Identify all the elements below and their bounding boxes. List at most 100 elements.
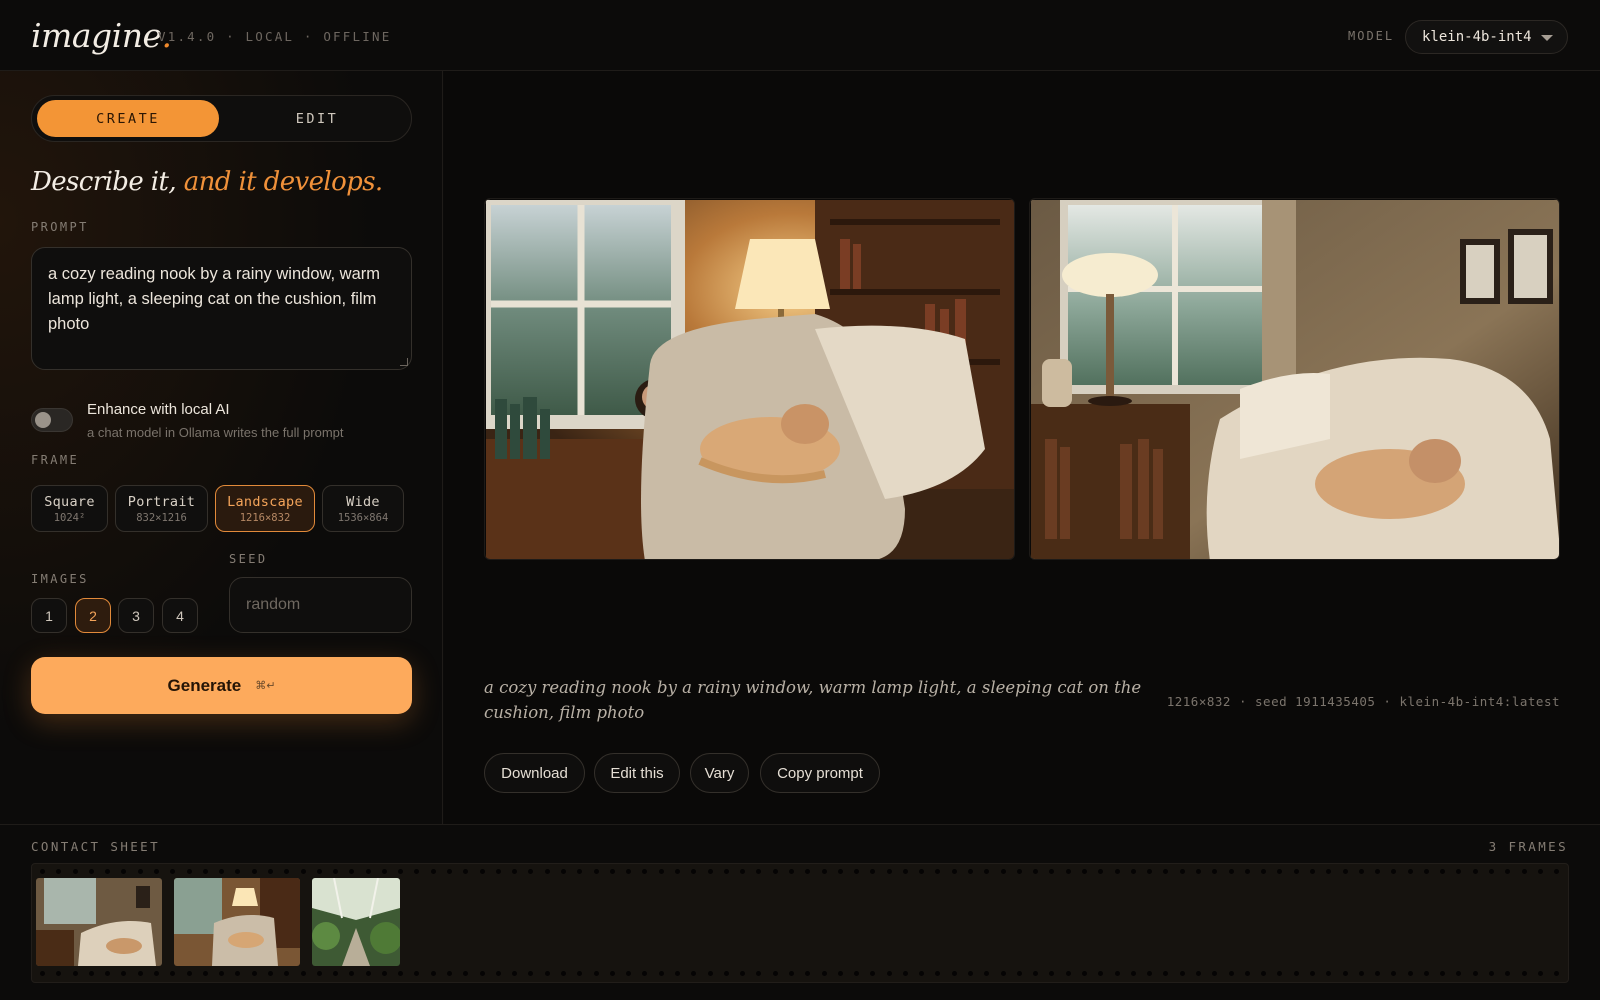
film-perforation — [1195, 869, 1201, 874]
film-perforation — [1326, 971, 1332, 976]
film-perforation — [1179, 971, 1185, 976]
film-perforation — [1244, 971, 1250, 976]
film-perforation — [267, 869, 273, 874]
model-select[interactable]: klein-4b-int4 — [1405, 20, 1568, 54]
film-perforation — [984, 869, 990, 874]
film-perforation — [463, 971, 469, 976]
film-perforation — [1407, 869, 1413, 874]
images-option-4[interactable]: 4 — [162, 598, 198, 633]
thumbnail-1-art — [36, 878, 162, 966]
film-perforation — [88, 971, 94, 976]
film-perforation — [1000, 971, 1006, 976]
film-perforation — [316, 869, 322, 874]
frame-label: FRAME — [31, 453, 80, 467]
film-perforation — [1163, 971, 1169, 976]
film-perforation — [414, 869, 420, 874]
chevron-down-icon — [1541, 35, 1553, 41]
film-perforation — [1309, 869, 1315, 874]
mode-switch: CREATE EDIT — [31, 95, 412, 142]
film-perforation — [1244, 869, 1250, 874]
film-perforation — [1130, 971, 1136, 976]
film-perforation — [1212, 971, 1218, 976]
download-button[interactable]: Download — [484, 753, 585, 793]
film-perforation — [707, 971, 713, 976]
film-perforation — [1212, 869, 1218, 874]
images-option-1[interactable]: 1 — [31, 598, 67, 633]
film-perforation — [219, 869, 225, 874]
frame-option-square[interactable]: Square 1024² — [31, 485, 108, 532]
film-perforation — [479, 971, 485, 976]
film-perforation — [398, 869, 404, 874]
film-perforation — [1375, 869, 1381, 874]
film-perforation — [235, 869, 241, 874]
film-perforation — [902, 971, 908, 976]
film-perforation — [512, 869, 518, 874]
film-perforation — [40, 971, 45, 976]
film-perforation — [1521, 971, 1527, 976]
film-perforation — [691, 869, 697, 874]
film-perforations-bottom — [40, 971, 1560, 977]
version-info: V1.4.0 · LOCAL · OFFLINE — [158, 29, 392, 44]
film-perforation — [463, 869, 469, 874]
resize-handle-icon[interactable] — [400, 358, 408, 366]
generate-button[interactable]: Generate ⌘↵ — [31, 657, 412, 714]
film-perforation — [121, 971, 127, 976]
images-option-2[interactable]: 2 — [75, 598, 111, 633]
film-perforation — [170, 869, 176, 874]
film-perforation — [740, 869, 746, 874]
edit-this-button[interactable]: Edit this — [594, 753, 680, 793]
film-perforation — [674, 869, 680, 874]
film-perforation — [170, 971, 176, 976]
tab-create[interactable]: CREATE — [37, 100, 219, 137]
film-perforation — [1391, 869, 1397, 874]
film-perforation — [235, 971, 241, 976]
film-perforation — [1261, 971, 1267, 976]
result-image-2-art — [1030, 199, 1559, 559]
enhance-toggle[interactable] — [31, 408, 73, 432]
film-perforation — [609, 971, 615, 976]
film-perforation — [1016, 869, 1022, 874]
film-perforation — [561, 971, 566, 976]
film-perforation — [837, 971, 843, 976]
film-perforation — [1342, 869, 1348, 874]
contact-sheet-label: CONTACT SHEET — [31, 839, 161, 854]
generate-label: Generate — [167, 675, 242, 695]
thumbnail-1[interactable] — [36, 878, 162, 966]
vary-button[interactable]: Vary — [690, 753, 749, 793]
frame-option-portrait[interactable]: Portrait 832×1216 — [115, 485, 208, 532]
film-perforation — [349, 971, 355, 976]
result-caption: a cozy reading nook by a rainy window, w… — [484, 678, 1142, 722]
result-meta: 1216×832 · seed 1911435405 · klein-4b-in… — [1166, 694, 1560, 709]
film-perforation — [870, 869, 876, 874]
film-perforation — [72, 971, 78, 976]
copy-prompt-button[interactable]: Copy prompt — [760, 753, 880, 793]
prompt-label: PROMPT — [31, 220, 89, 234]
images-option-3[interactable]: 3 — [118, 598, 154, 633]
film-perforation — [300, 971, 306, 976]
film-perforation — [365, 869, 371, 874]
result-image-2[interactable] — [1029, 198, 1560, 560]
seed-input[interactable]: random — [229, 577, 412, 633]
film-perforation — [707, 869, 713, 874]
film-perforation — [300, 869, 306, 874]
film-perforation — [1505, 971, 1511, 976]
film-perforation — [105, 869, 111, 874]
thumbnail-3[interactable] — [312, 878, 400, 966]
prompt-textarea[interactable]: a cozy reading nook by a rainy window, w… — [31, 247, 412, 370]
frame-option-wide[interactable]: Wide 1536×864 — [322, 485, 404, 532]
film-perforation — [430, 971, 436, 976]
film-perforation — [788, 971, 794, 976]
film-perforation — [854, 971, 860, 976]
film-perforation — [1130, 869, 1136, 874]
film-perforation — [495, 869, 501, 874]
film-perforation — [1326, 869, 1332, 874]
thumbnail-2[interactable] — [174, 878, 300, 966]
frames-count: 3 FRAMES — [1488, 839, 1568, 854]
film-perforation — [1358, 869, 1364, 874]
film-perforation — [1375, 971, 1381, 976]
film-perforation — [544, 971, 550, 976]
frame-option-landscape[interactable]: Landscape 1216×832 — [215, 485, 315, 532]
result-image-1[interactable] — [484, 198, 1015, 560]
film-perforation — [593, 869, 599, 874]
tab-edit[interactable]: EDIT — [226, 100, 408, 137]
